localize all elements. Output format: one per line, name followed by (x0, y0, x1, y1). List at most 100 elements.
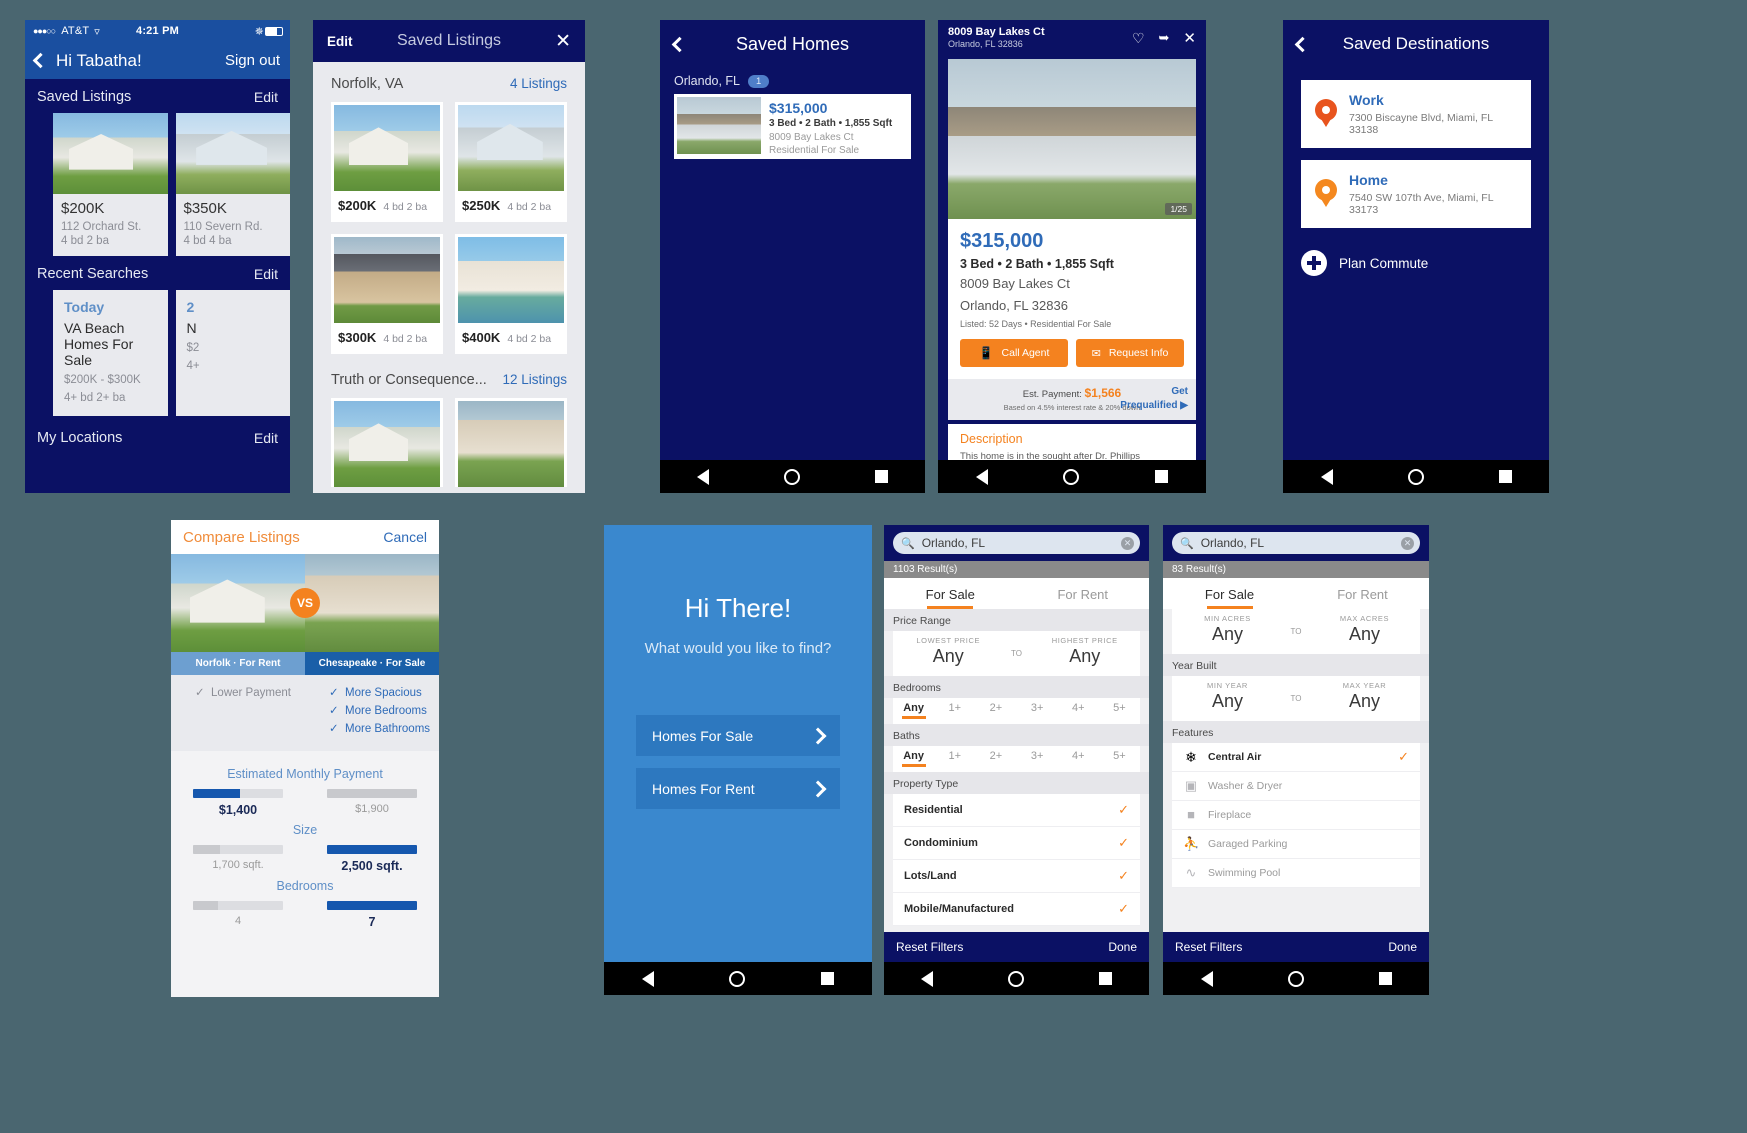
back-nav-icon[interactable] (921, 970, 934, 987)
reset-filters-button[interactable]: Reset Filters (1175, 940, 1242, 954)
listing-card[interactable]: $250K 4 bd 2 ba (455, 102, 567, 222)
listing-card[interactable]: $400K 4 bd 2 ba (455, 234, 567, 354)
feature-option-garaged-parking[interactable]: ⛹ Garaged Parking (1172, 830, 1420, 859)
baths-option[interactable]: 4+ (1058, 750, 1099, 767)
plan-commute-button[interactable]: Plan Commute (1283, 228, 1549, 276)
recent-searches-carousel[interactable]: Today VA Beach Homes For Sale $200K - $3… (25, 290, 290, 416)
feature-option-fireplace[interactable]: ■ Fireplace (1172, 801, 1420, 830)
bedrooms-option[interactable]: 3+ (1017, 702, 1058, 719)
destination-card-home[interactable]: Home 7540 SW 107th Ave, Miami, FL 33173 (1301, 160, 1531, 228)
baths-option[interactable]: 1+ (934, 750, 975, 767)
back-nav-icon[interactable] (1200, 970, 1213, 987)
feature-label: Washer & Dryer (1208, 780, 1283, 792)
done-button[interactable]: Done (1108, 940, 1137, 954)
get-prequalified-link[interactable]: Get Prequalified ▶ (1120, 385, 1188, 413)
compare-tab-right[interactable]: Chesapeake · For Sale (305, 652, 439, 675)
search-input[interactable]: 🔍 Orlando, FL ✕ (1172, 532, 1420, 554)
clear-icon[interactable]: ✕ (1401, 536, 1414, 550)
bedrooms-option[interactable]: 1+ (934, 702, 975, 719)
home-nav-icon[interactable] (1287, 970, 1304, 987)
property-type-option[interactable]: Condominium ✓ (893, 827, 1140, 860)
back-nav-icon[interactable] (641, 970, 654, 987)
property-type-option[interactable]: Residential ✓ (893, 794, 1140, 827)
tab-for-sale[interactable]: For Sale (884, 578, 1017, 609)
listing-card[interactable]: $200K 4 bd 2 ba (331, 102, 443, 222)
back-icon[interactable] (32, 52, 49, 69)
homes-for-rent-button[interactable]: Homes For Rent (636, 768, 840, 809)
recents-nav-icon[interactable] (821, 972, 835, 985)
search-input[interactable]: 🔍 Orlando, FL ✕ (893, 532, 1140, 554)
listing-card[interactable]: $350K 110 Severn Rd. 4 bd 4 ba (175, 113, 290, 256)
baths-option[interactable]: Any (893, 750, 934, 767)
listing-card[interactable]: $300K 4 bd 2 ba (331, 234, 443, 354)
share-icon[interactable]: ➥ (1159, 30, 1170, 46)
close-icon[interactable]: ✕ (555, 30, 571, 53)
group-count[interactable]: 4 Listings (510, 76, 567, 91)
bedrooms-option[interactable]: 5+ (1099, 702, 1140, 719)
request-info-button[interactable]: ✉ Request Info (1076, 339, 1184, 368)
max-year-field[interactable]: MAX YEAR Any (1309, 676, 1420, 721)
baths-option[interactable]: 2+ (975, 750, 1016, 767)
baths-option[interactable]: 3+ (1017, 750, 1058, 767)
saved-listings-carousel[interactable]: $200K 112 Orchard St. 4 bd 2 ba $350K 11… (25, 113, 290, 256)
search-card[interactable]: Today VA Beach Homes For Sale $200K - $3… (53, 290, 168, 416)
max-acres-field[interactable]: MAX ACRES Any (1309, 609, 1420, 654)
destination-card-work[interactable]: Work 7300 Biscayne Blvd, Miami, FL 33138 (1301, 80, 1531, 148)
edit-saved-listings-button[interactable]: Edit (254, 89, 278, 105)
group-count[interactable]: 12 Listings (502, 372, 567, 387)
recents-nav-icon[interactable] (1155, 470, 1169, 483)
sign-out-button[interactable]: Sign out (225, 52, 280, 69)
listing-card[interactable]: $200K 112 Orchard St. 4 bd 2 ba (53, 113, 168, 256)
home-nav-icon[interactable] (729, 970, 746, 987)
back-nav-icon[interactable] (697, 468, 710, 485)
back-nav-icon[interactable] (1320, 468, 1333, 485)
property-type-option[interactable]: Lots/Land ✓ (893, 860, 1140, 893)
compare-tab-left[interactable]: Norfolk · For Rent (171, 652, 305, 675)
feature-option-swimming-pool[interactable]: ∿ Swimming Pool (1172, 859, 1420, 888)
home-nav-icon[interactable] (1007, 970, 1024, 987)
features-label: Features (1163, 721, 1429, 743)
done-button[interactable]: Done (1388, 940, 1417, 954)
property-hero-photo[interactable]: 1/25 (948, 59, 1196, 219)
cancel-button[interactable]: Cancel (383, 529, 427, 545)
recents-nav-icon[interactable] (1498, 470, 1512, 483)
chevron-right-icon (809, 727, 827, 744)
edit-recent-searches-button[interactable]: Edit (254, 266, 278, 282)
tab-for-sale[interactable]: For Sale (1163, 578, 1296, 609)
bedrooms-option[interactable]: 2+ (975, 702, 1016, 719)
clock: 4:21 PM (136, 25, 179, 37)
property-type-option[interactable]: Mobile/Manufactured ✓ (893, 893, 1140, 926)
highest-price-field[interactable]: HIGHEST PRICE Any (1030, 631, 1141, 676)
listing-card[interactable] (331, 398, 443, 487)
home-nav-icon[interactable] (1407, 468, 1424, 485)
home-nav-icon[interactable] (783, 468, 800, 485)
compare-photo-right[interactable] (305, 554, 439, 652)
call-agent-button[interactable]: 📱 Call Agent (960, 339, 1068, 368)
close-icon[interactable]: ✕ (1183, 29, 1196, 47)
min-acres-field[interactable]: MIN ACRES Any (1172, 609, 1283, 654)
bedrooms-option[interactable]: Any (893, 702, 934, 719)
bedrooms-option[interactable]: 4+ (1058, 702, 1099, 719)
compare-photo-left[interactable] (171, 554, 305, 652)
home-nav-icon[interactable] (1063, 468, 1080, 485)
screen-compare-listings: Compare Listings Cancel VS Norfolk · For… (171, 520, 439, 997)
tab-for-rent[interactable]: For Rent (1296, 578, 1429, 609)
baths-option[interactable]: 5+ (1099, 750, 1140, 767)
edit-my-locations-button[interactable]: Edit (254, 430, 278, 446)
clear-icon[interactable]: ✕ (1121, 536, 1134, 550)
tab-for-rent[interactable]: For Rent (1017, 578, 1150, 609)
saved-home-card[interactable]: $315,000 3 Bed • 2 Bath • 1,855 Sqft 800… (674, 94, 911, 159)
recents-nav-icon[interactable] (1098, 972, 1112, 985)
reset-filters-button[interactable]: Reset Filters (896, 940, 963, 954)
homes-for-sale-button[interactable]: Homes For Sale (636, 715, 840, 756)
feature-option-central-air[interactable]: ❄ Central Air ✓ (1172, 743, 1420, 772)
back-nav-icon[interactable] (975, 468, 988, 485)
feature-option-washer-dryer[interactable]: ▣ Washer & Dryer (1172, 772, 1420, 801)
recents-nav-icon[interactable] (874, 470, 888, 483)
listing-card[interactable] (455, 398, 567, 487)
lowest-price-field[interactable]: LOWEST PRICE Any (893, 631, 1004, 676)
search-card[interactable]: 2 N $2 4+ (175, 290, 290, 416)
min-year-field[interactable]: MIN YEAR Any (1172, 676, 1283, 721)
heart-icon[interactable]: ♡ (1132, 30, 1145, 47)
recents-nav-icon[interactable] (1378, 972, 1392, 985)
